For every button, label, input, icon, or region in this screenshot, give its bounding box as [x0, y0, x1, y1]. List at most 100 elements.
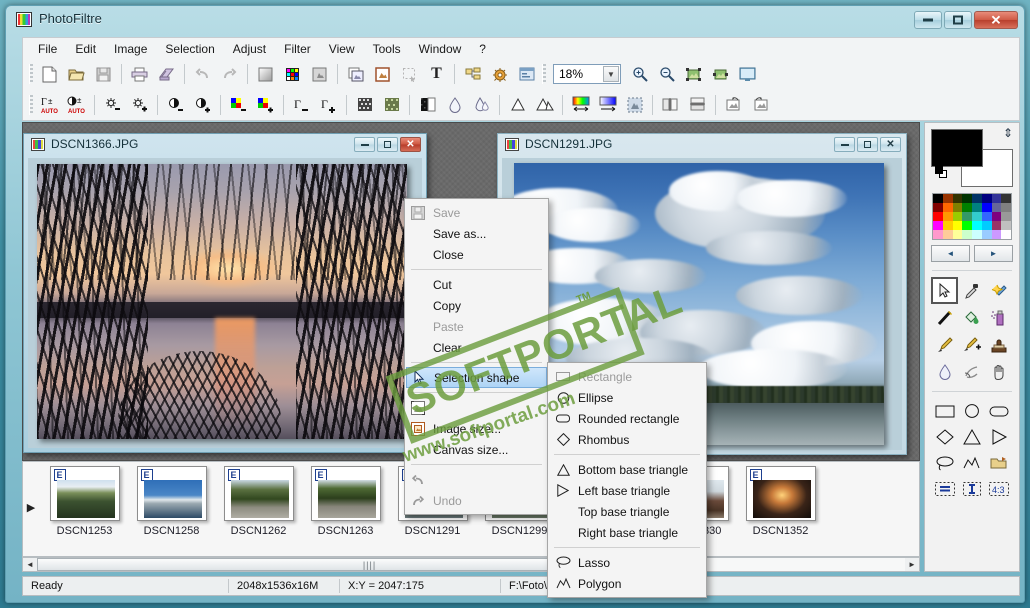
color-swatch[interactable] [972, 212, 982, 221]
framed-image-button[interactable] [370, 62, 395, 86]
thumbnail-item[interactable]: E DSCN1263 [302, 466, 389, 548]
color-swatch[interactable] [952, 230, 963, 239]
gamma-minus-button[interactable]: Γ [289, 93, 314, 117]
tool-spray-can[interactable] [986, 304, 1013, 331]
submenu-item-rhombus[interactable]: Rhombus [548, 429, 706, 450]
shape-lasso[interactable] [931, 450, 958, 476]
context-item-fit-image[interactable]: Canvas size... [405, 439, 548, 460]
zoom-in-button[interactable] [627, 62, 652, 86]
context-item-canvas-size[interactable]: Image size... [405, 418, 548, 439]
color-swatch[interactable] [991, 221, 1002, 230]
palette-next-button[interactable]: ► [974, 245, 1013, 262]
color-swatch[interactable] [972, 203, 982, 212]
color-swatch[interactable] [962, 203, 972, 212]
shape-rhombus[interactable] [931, 424, 958, 450]
thumbnail-item[interactable]: E DSCN1258 [128, 466, 215, 548]
toolbar-grip-zoom[interactable] [542, 64, 546, 84]
chevron-down-icon[interactable]: ▼ [603, 66, 619, 82]
color-swatch[interactable] [1001, 230, 1011, 239]
undo-button[interactable] [190, 62, 215, 86]
crop-button[interactable] [397, 62, 422, 86]
filter-toolbar-grip[interactable] [29, 94, 33, 115]
thumbnail-item[interactable]: E DSCN1352 [737, 466, 824, 548]
open-button[interactable] [64, 62, 89, 86]
image-minimize-button[interactable] [354, 137, 375, 152]
context-item-image-size[interactable] [405, 397, 548, 418]
shape-fixed-size[interactable] [931, 476, 958, 502]
batch-button[interactable] [460, 62, 485, 86]
print-button[interactable] [127, 62, 152, 86]
color-swatch[interactable] [942, 221, 953, 230]
image-close-button[interactable]: ✕ [880, 137, 901, 152]
automate-button[interactable] [487, 62, 512, 86]
tool-blur-drop[interactable] [931, 358, 958, 385]
gradient-h-button[interactable] [568, 93, 593, 117]
selection-shape-submenu[interactable]: Rectangle Ellipse Rounded rectangle Rhom… [547, 362, 707, 598]
tool-paint-bucket[interactable] [958, 304, 985, 331]
shape-polygon[interactable] [958, 450, 985, 476]
color-swatch[interactable] [1001, 212, 1011, 221]
color-swatch[interactable] [933, 212, 943, 221]
zoom-input[interactable]: 18% ▼ [553, 64, 621, 84]
color-swatch[interactable] [942, 194, 953, 203]
saturation-plus-button[interactable] [253, 93, 278, 117]
minimize-button[interactable] [914, 11, 942, 29]
tool-paintbrush[interactable] [931, 331, 958, 358]
text-button[interactable]: T [424, 62, 449, 86]
context-item-clear[interactable]: Clear [405, 337, 548, 358]
image-canvas-dscn1366[interactable] [28, 158, 422, 448]
menu-image[interactable]: Image [105, 40, 156, 58]
duplicate-button[interactable] [343, 62, 368, 86]
thumbnail-card[interactable]: E [745, 466, 816, 521]
color-swatch[interactable] [933, 221, 943, 230]
thumbnail-card[interactable]: E [49, 466, 120, 521]
thumbnail-card[interactable]: E [310, 466, 381, 521]
flip-h-button[interactable] [658, 93, 683, 117]
color-swatch[interactable] [942, 203, 953, 212]
color-swatch[interactable] [952, 194, 963, 203]
tool-eyedropper[interactable] [958, 277, 985, 304]
tool-advanced-brush[interactable] [958, 331, 985, 358]
tool-stamp[interactable] [986, 331, 1013, 358]
menu-view[interactable]: View [320, 40, 364, 58]
color-swatch[interactable] [991, 203, 1002, 212]
menu-selection[interactable]: Selection [156, 40, 223, 58]
save-button[interactable] [91, 62, 116, 86]
shape-fixed-ratio[interactable] [958, 476, 985, 502]
submenu-item-polygon[interactable]: Polygon [548, 573, 706, 594]
menu-filter[interactable]: Filter [275, 40, 320, 58]
color-swatch[interactable] [991, 212, 1002, 221]
menu-file[interactable]: File [29, 40, 66, 58]
swap-colors-icon[interactable]: ⇕ [1003, 126, 1013, 140]
module-button[interactable] [514, 62, 539, 86]
soften-button[interactable] [505, 93, 530, 117]
color-swatch[interactable] [1001, 203, 1011, 212]
shape-ellipse[interactable] [958, 398, 985, 424]
image-window-dscn1366[interactable]: DSCN1366.JPG ✕ [23, 133, 427, 453]
contrast-minus-button[interactable] [163, 93, 188, 117]
submenu-item-ellipse[interactable]: Ellipse [548, 387, 706, 408]
context-item-redo[interactable]: Undo [405, 490, 548, 511]
shape-triangle-right[interactable] [986, 424, 1013, 450]
image-minimize-button[interactable] [834, 137, 855, 152]
tool-line[interactable] [931, 304, 958, 331]
color-swatch[interactable] [933, 203, 943, 212]
menu-edit[interactable]: Edit [66, 40, 105, 58]
menu-help[interactable]: ? [470, 40, 495, 58]
scroll-left-icon[interactable]: ◄ [23, 558, 37, 571]
dither-button[interactable] [352, 93, 377, 117]
context-item-save[interactable]: Save [405, 202, 548, 223]
color-swatch[interactable] [1001, 221, 1011, 230]
context-item-save-as[interactable]: Save as... [405, 223, 548, 244]
palette-button[interactable] [280, 62, 305, 86]
context-item-cut[interactable]: Cut [405, 274, 548, 295]
maximize-button[interactable] [944, 11, 972, 29]
submenu-item-left-base-triangle[interactable]: Left base triangle [548, 480, 706, 501]
color-swatch[interactable] [962, 212, 972, 221]
color-swatch[interactable] [991, 194, 1002, 203]
color-swatch[interactable] [942, 212, 953, 221]
fit-screen-button[interactable] [681, 62, 706, 86]
context-item-paste[interactable]: Paste [405, 316, 548, 337]
thumbnail-scrollbar[interactable]: ◄ |||| ► [22, 557, 920, 572]
submenu-item-rectangle[interactable]: Rectangle [548, 366, 706, 387]
